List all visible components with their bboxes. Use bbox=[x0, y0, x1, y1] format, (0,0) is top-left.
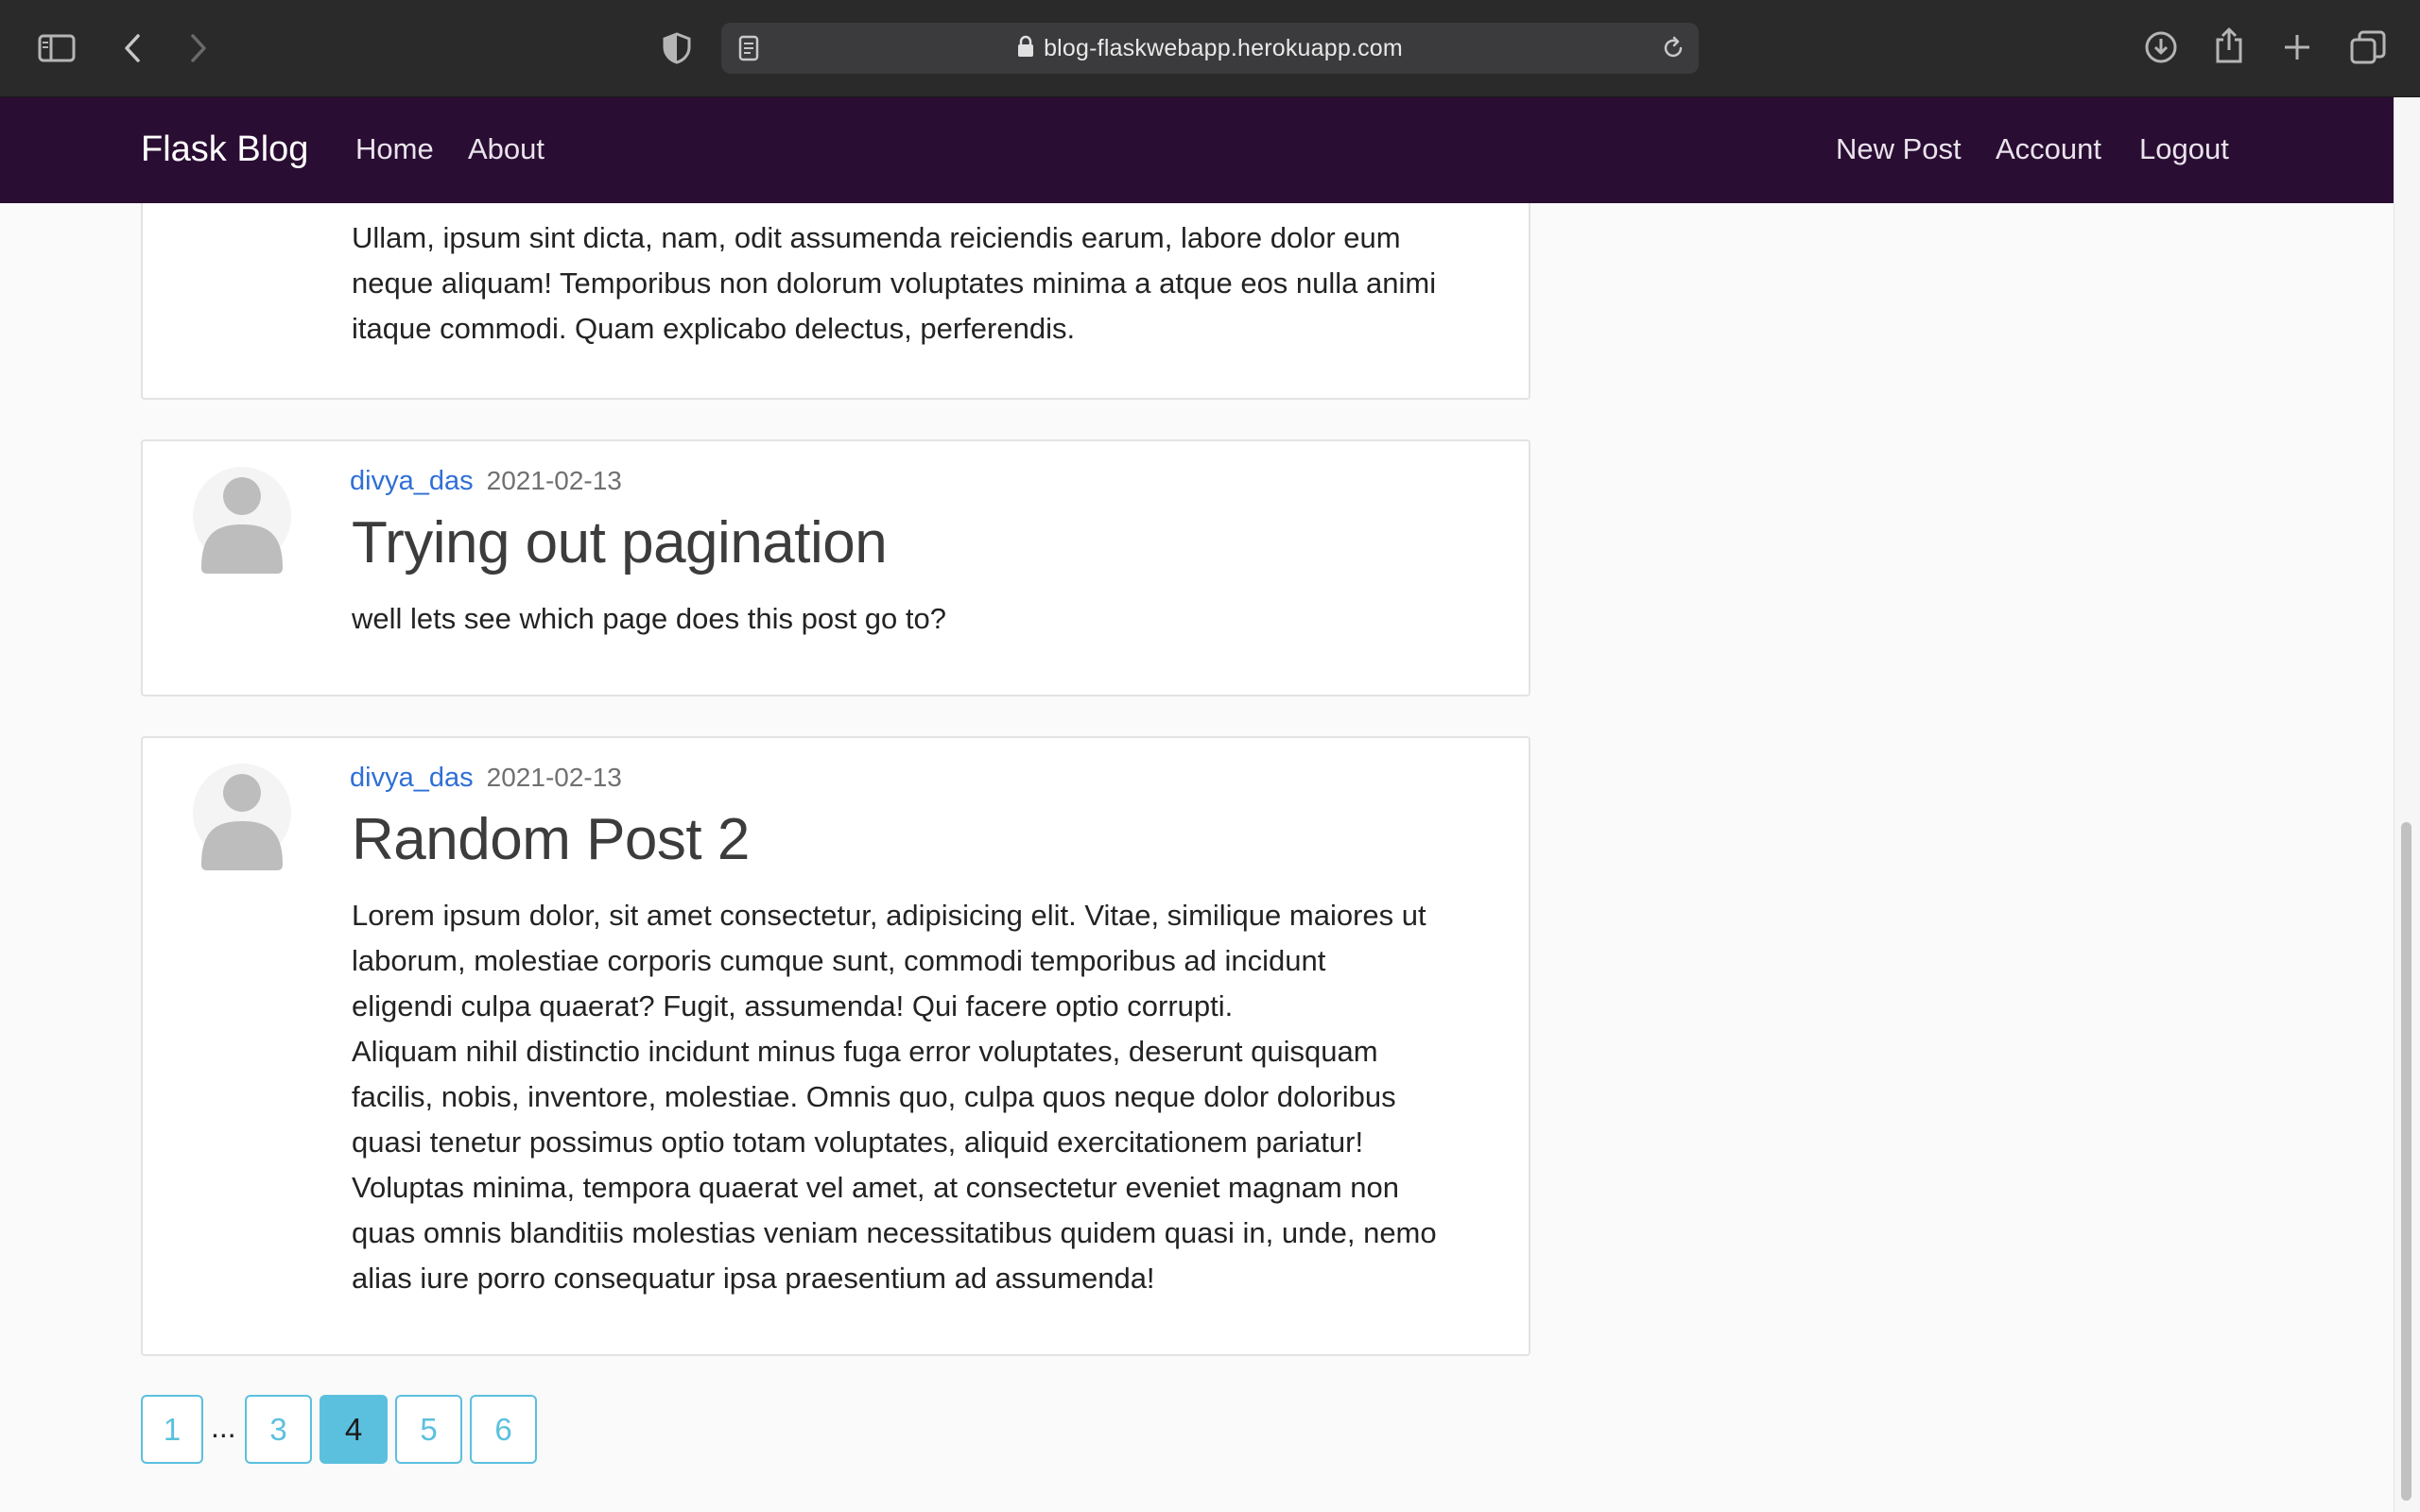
post-title[interactable]: Trying out pagination bbox=[352, 509, 888, 576]
page-link-5[interactable]: 5 bbox=[395, 1395, 462, 1464]
tabs-overview-icon[interactable] bbox=[2350, 30, 2386, 69]
site-navbar: Flask Blog Home About New Post Account L… bbox=[0, 97, 2394, 203]
post-card: divya_das 2021-02-13 Random Post 2 Lorem… bbox=[141, 736, 1530, 1356]
post-meta: divya_das 2021-02-13 bbox=[350, 763, 622, 794]
post-meta: divya_das 2021-02-13 bbox=[350, 466, 622, 497]
scrollbar-thumb[interactable] bbox=[2401, 822, 2411, 1501]
nav-logout-link[interactable]: Logout bbox=[2139, 132, 2229, 166]
avatar-icon bbox=[193, 764, 291, 870]
page-link-1[interactable]: 1 bbox=[141, 1395, 203, 1464]
navbar-brand[interactable]: Flask Blog bbox=[141, 129, 308, 170]
page-link-3[interactable]: 3 bbox=[245, 1395, 312, 1464]
nav-account-link[interactable]: Account bbox=[1996, 132, 2101, 166]
download-icon[interactable] bbox=[2144, 30, 2178, 69]
pagination-ellipsis: ... bbox=[211, 1410, 236, 1444]
back-icon[interactable] bbox=[121, 32, 146, 69]
main-content: Ullam, ipsum sint dicta, nam, odit assum… bbox=[0, 203, 2394, 1512]
lock-icon bbox=[1017, 35, 1034, 64]
share-icon[interactable] bbox=[2214, 26, 2244, 69]
post-author-link[interactable]: divya_das bbox=[350, 466, 474, 496]
shield-icon[interactable] bbox=[662, 32, 692, 69]
url-text: blog-flaskwebapp.herokuapp.com bbox=[1044, 35, 1403, 61]
post-body: Ullam, ipsum sint dicta, nam, odit assum… bbox=[352, 221, 1437, 345]
page-link-6[interactable]: 6 bbox=[470, 1395, 537, 1464]
post-author-link[interactable]: divya_das bbox=[350, 763, 474, 793]
post-card: divya_das 2021-02-13 Trying out paginati… bbox=[141, 439, 1530, 696]
browser-toolbar: blog-flaskwebapp.herokuapp.com bbox=[0, 0, 2420, 97]
post-card: Ullam, ipsum sint dicta, nam, odit assum… bbox=[141, 203, 1530, 400]
sidebar-icon[interactable] bbox=[38, 34, 76, 67]
nav-new-post-link[interactable]: New Post bbox=[1836, 132, 1962, 166]
page-link-4-current[interactable]: 4 bbox=[320, 1395, 388, 1464]
post-body: Lorem ipsum dolor, sit amet consectetur,… bbox=[352, 899, 1437, 1295]
avatar-icon bbox=[193, 467, 291, 574]
reload-icon[interactable] bbox=[1661, 36, 1685, 65]
post-title[interactable]: Random Post 2 bbox=[352, 806, 750, 873]
post-date: 2021-02-13 bbox=[486, 763, 622, 792]
nav-about-link[interactable]: About bbox=[468, 132, 544, 166]
url-text-wrap: blog-flaskwebapp.herokuapp.com bbox=[721, 35, 1699, 64]
post-body: well lets see which page does this post … bbox=[352, 602, 946, 635]
new-tab-icon[interactable] bbox=[2282, 32, 2312, 67]
forward-icon[interactable] bbox=[185, 32, 210, 69]
nav-home-link[interactable]: Home bbox=[355, 132, 434, 166]
address-bar[interactable]: blog-flaskwebapp.herokuapp.com bbox=[721, 23, 1699, 74]
post-date: 2021-02-13 bbox=[486, 466, 622, 495]
